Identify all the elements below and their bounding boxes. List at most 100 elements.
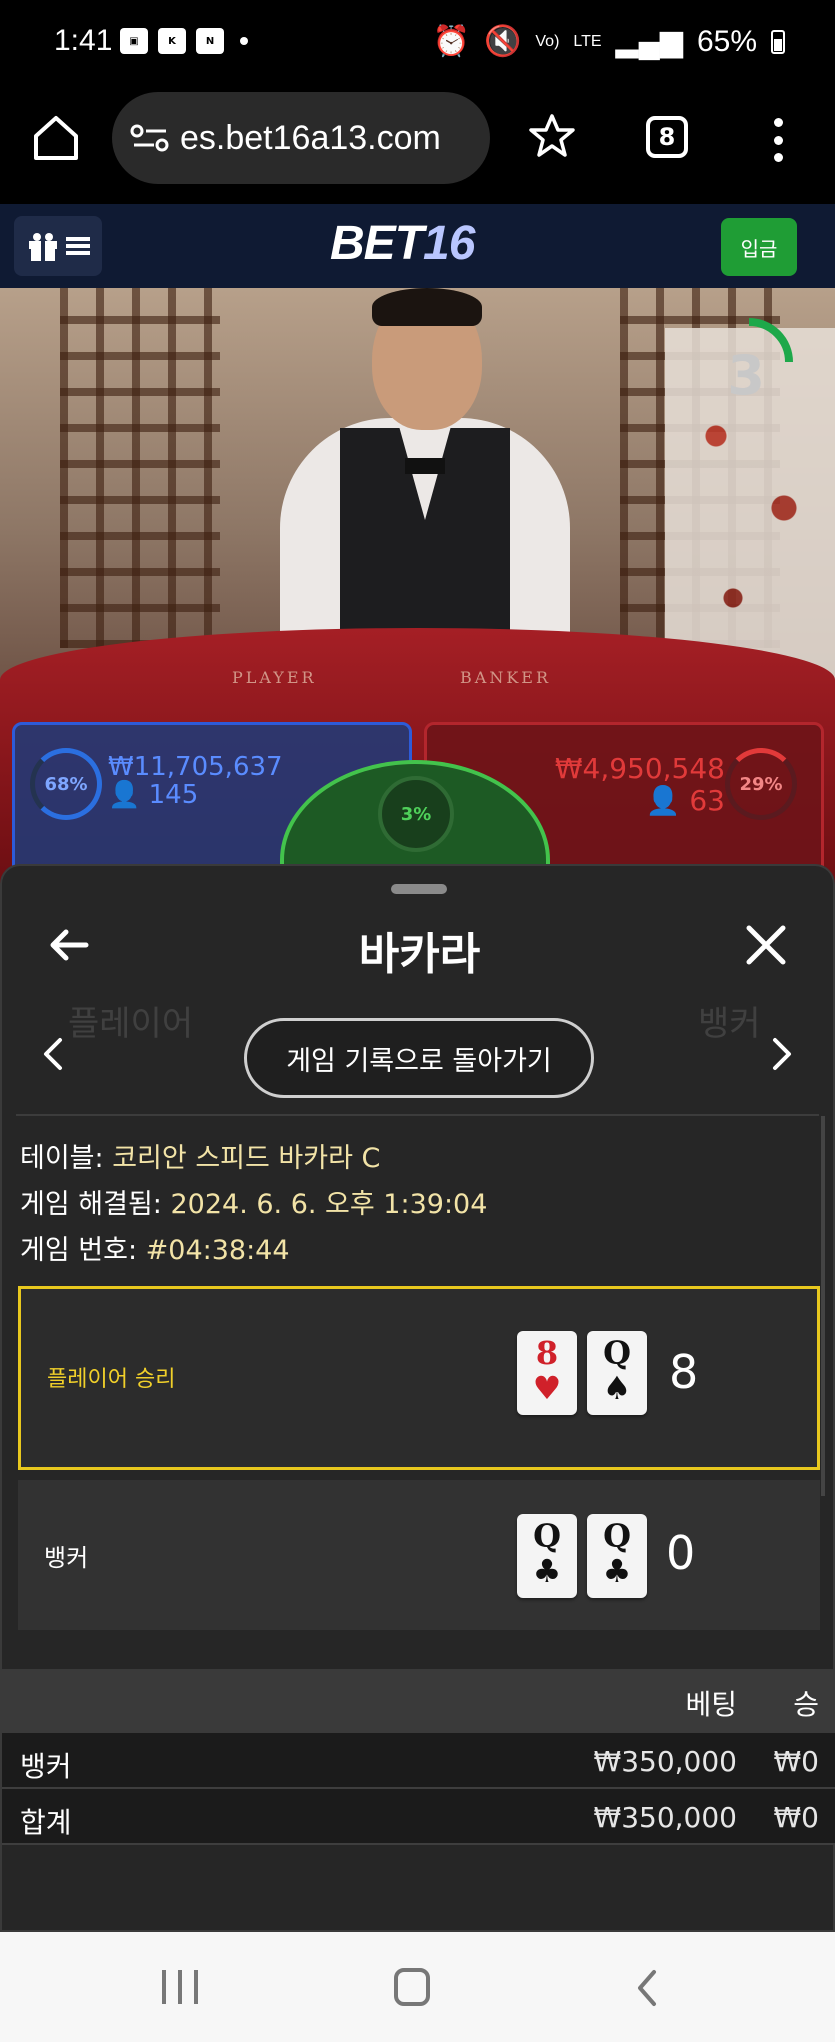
table-info: 테이블: 코리안 스피드 바카라 C: [20, 1136, 380, 1175]
table-value: 코리안 스피드 바카라 C: [112, 1143, 381, 1174]
banker-percent-ring: 29%: [725, 748, 797, 820]
battery-percent: 65%: [696, 24, 757, 58]
gift-icon: [29, 233, 57, 261]
alarm-icon: ⏰: [432, 25, 471, 58]
banker-bettor-count: 👤 63: [646, 784, 725, 817]
player-bettor-count: 👤 145: [108, 780, 198, 810]
countdown-timer: 3: [727, 344, 765, 407]
banker-count-value: 63: [689, 784, 725, 817]
deposit-button[interactable]: 입금: [721, 218, 797, 276]
tab-switcher-button[interactable]: 8: [646, 116, 688, 158]
club-suit-icon: ♣: [602, 1552, 632, 1590]
table-player-label: PLAYER: [232, 668, 317, 687]
table-row: 뱅커 ₩350,000 ₩0: [2, 1733, 835, 1789]
mute-icon: 🔇: [484, 25, 522, 58]
bet-name: 뱅커: [20, 1750, 72, 1783]
banker-score: 0: [666, 1526, 696, 1580]
bet16-logo[interactable]: BET16: [330, 216, 475, 271]
background-player-label: 플레이어: [68, 1004, 194, 1044]
home-button-icon[interactable]: [394, 1968, 430, 2006]
volte-label: Vo): [535, 32, 560, 50]
result-label: 플레이어 승리: [47, 1367, 176, 1392]
playing-card: Q ♣: [517, 1514, 577, 1598]
back-to-history-button[interactable]: 게임 기록으로 돌아가기: [244, 1018, 594, 1098]
gallery-icon: ▣: [120, 28, 148, 54]
bets-table-header: 베팅 승: [2, 1669, 835, 1733]
col-win: 승: [793, 1688, 819, 1721]
player-result-row: 플레이어 승리 8 ♥ Q ♠ 8: [18, 1286, 820, 1470]
total-bet-amount: ₩350,000: [593, 1801, 737, 1834]
system-navigation-bar: [0, 1932, 835, 2042]
card-rank: Q: [533, 1517, 561, 1555]
notification-icons: ▣ K N: [120, 28, 248, 54]
table-row: 합계 ₩350,000 ₩0: [2, 1789, 835, 1845]
n-icon: N: [196, 28, 224, 54]
logo-number: 16: [423, 217, 475, 270]
resolved-value: 2024. 6. 6. 오후 1:39:04: [170, 1189, 488, 1220]
kbank-icon: K: [158, 28, 186, 54]
banker-total-amount: ₩4,950,548: [554, 752, 725, 785]
sheet-drag-handle[interactable]: [391, 884, 447, 894]
status-time: 1:41: [54, 24, 113, 57]
dealer-hair: [372, 288, 482, 326]
win-amount: ₩0: [773, 1745, 820, 1778]
total-win-amount: ₩0: [773, 1801, 820, 1834]
banker-result-row: 뱅커 Q ♣ Q ♣ 0: [18, 1480, 820, 1630]
playing-card: Q ♠: [587, 1331, 647, 1415]
system-icons: ⏰ 🔇 Vo) LTE ▂▄▆ 65%: [433, 24, 785, 59]
dealer-bowtie: [405, 458, 445, 474]
user-icon: 👤: [645, 784, 681, 817]
card-rank: Q: [603, 1517, 631, 1555]
heart-suit-icon: ♥: [532, 1369, 562, 1407]
playing-card: Q ♣: [587, 1514, 647, 1598]
signal-icon: ▂▄▆: [615, 25, 683, 58]
player-score: 8: [669, 1345, 699, 1399]
game-number-value: #04:38:44: [145, 1235, 290, 1266]
game-number-info: 게임 번호: #04:38:44: [20, 1228, 290, 1267]
status-bar: 1:41 ▣ K N ⏰ 🔇 Vo) LTE ▂▄▆ 65%: [0, 0, 835, 90]
result-label: 뱅커: [44, 1544, 89, 1572]
recent-apps-icon[interactable]: [162, 1970, 198, 2004]
bet-amount: ₩350,000: [593, 1745, 737, 1778]
close-icon[interactable]: [741, 920, 791, 970]
sheet-title: 바카라: [358, 929, 481, 980]
table-banker-label: BANKER: [460, 668, 551, 687]
resolved-label: 게임 해결됨:: [20, 1189, 162, 1220]
home-icon[interactable]: [30, 112, 82, 164]
gift-menu-button[interactable]: [14, 216, 102, 276]
total-label: 합계: [20, 1806, 72, 1839]
scrollbar[interactable]: [821, 1116, 825, 1496]
chevron-left-icon[interactable]: [40, 1036, 66, 1072]
player-count-value: 145: [148, 780, 199, 810]
more-notifications-icon: [240, 37, 248, 45]
background-banker-label: 뱅커: [698, 1004, 761, 1044]
player-total-amount: ₩11,705,637: [108, 752, 283, 782]
tie-percent-ring: 3%: [378, 776, 454, 852]
club-suit-icon: ♣: [532, 1552, 562, 1590]
table-label: 테이블:: [20, 1143, 104, 1174]
bookmark-star-icon[interactable]: [528, 112, 576, 160]
spade-suit-icon: ♠: [602, 1369, 632, 1407]
logo-text: BET: [330, 217, 424, 270]
url-text: es.bet16a13.com: [180, 118, 441, 157]
hamburger-icon: [66, 237, 90, 255]
network-label: LTE: [573, 32, 602, 50]
col-bet: 베팅: [685, 1688, 737, 1721]
site-header: BET16 입금: [0, 204, 835, 288]
back-nav-icon[interactable]: [632, 1968, 662, 2008]
divider: [16, 1114, 819, 1116]
resolved-info: 게임 해결됨: 2024. 6. 6. 오후 1:39:04: [20, 1182, 487, 1221]
browser-toolbar: es.bet16a13.com 8: [0, 90, 835, 204]
site-settings-icon[interactable]: [130, 123, 170, 153]
battery-icon: [771, 29, 785, 54]
address-bar[interactable]: es.bet16a13.com: [112, 92, 490, 184]
chevron-right-icon[interactable]: [769, 1036, 795, 1072]
background-lattice: [60, 288, 220, 648]
card-rank: Q: [603, 1334, 631, 1372]
player-percent-ring: 68%: [30, 748, 102, 820]
playing-card: 8 ♥: [517, 1331, 577, 1415]
game-number-label: 게임 번호:: [20, 1235, 138, 1266]
card-rank: 8: [535, 1334, 559, 1372]
browser-menu-icon[interactable]: [768, 118, 788, 162]
game-result-sheet: 바카라 플레이어 뱅커 게임 기록으로 돌아가기 테이블: 코리안 스피드 바카…: [0, 864, 835, 1932]
